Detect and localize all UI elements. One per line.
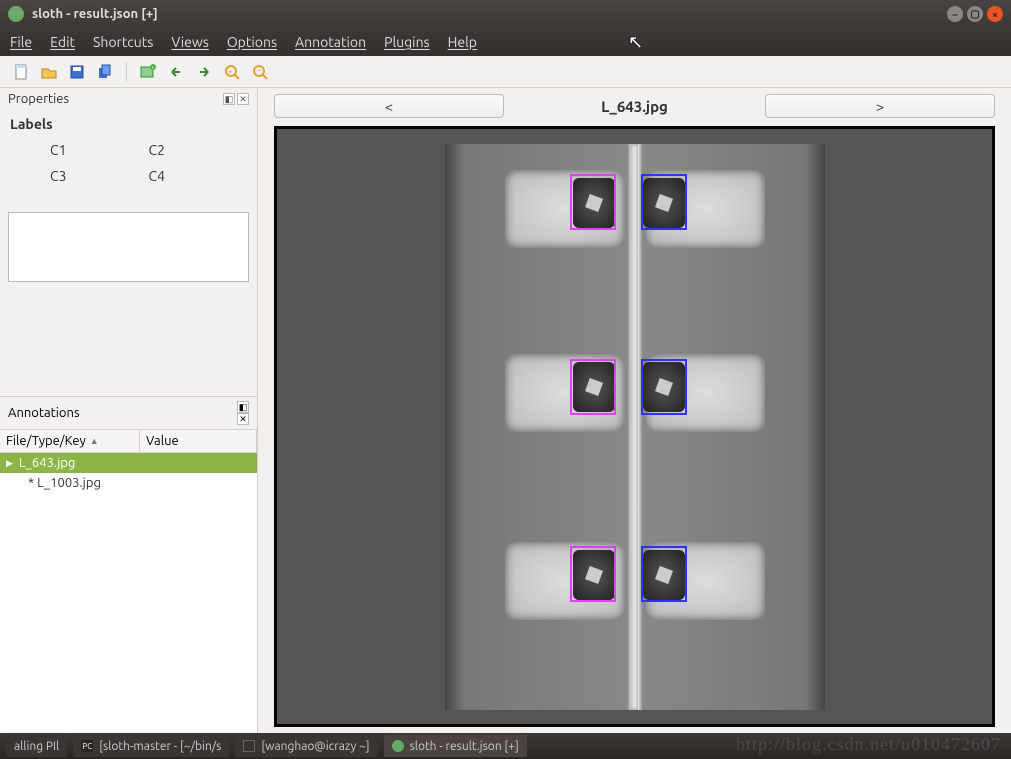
tree-item-label: L_643.jpg (19, 456, 75, 470)
taskbar-item[interactable]: alling PIl (6, 735, 67, 757)
column-value[interactable]: Value (140, 430, 257, 452)
svg-text:+: + (228, 67, 233, 76)
copy-icon[interactable] (94, 61, 116, 83)
terminal-icon (243, 740, 255, 752)
annotation-box[interactable] (570, 359, 616, 415)
menu-help[interactable]: Help (448, 34, 477, 50)
image-nav-row: < L_643.jpg > (258, 88, 1011, 124)
menu-plugins[interactable]: Plugins (384, 34, 430, 50)
annotations-title: Annotations (8, 406, 80, 420)
app-icon (8, 6, 24, 22)
current-image-name: L_643.jpg (601, 98, 668, 115)
next-image-button[interactable]: > (765, 94, 995, 118)
add-image-icon[interactable]: + (137, 61, 159, 83)
menu-file[interactable]: File (10, 34, 32, 50)
menu-shortcuts[interactable]: Shortcuts (93, 34, 153, 50)
tree-row-selected[interactable]: ▶ L_643.jpg (0, 453, 257, 473)
close-annot-icon[interactable]: ✕ (237, 413, 249, 425)
open-icon[interactable] (38, 61, 60, 83)
svg-text:−: − (257, 66, 262, 75)
annotation-box[interactable] (641, 359, 687, 415)
properties-header: Properties ◧ ✕ (0, 88, 257, 110)
properties-title: Properties (8, 92, 69, 106)
menu-options[interactable]: Options (227, 34, 277, 50)
labels-section: Labels C1 C2 C3 C4 (0, 110, 257, 206)
annotation-box[interactable] (641, 174, 687, 230)
main-area: Properties ◧ ✕ Labels C1 C2 C3 C4 Annota… (0, 88, 1011, 733)
toolbar: + + − (0, 56, 1011, 88)
window-titlebar: sloth - result.json [+] – ▢ × (0, 0, 1011, 28)
close-button[interactable]: × (987, 6, 1003, 22)
property-editor-box[interactable] (8, 212, 249, 282)
menu-views[interactable]: Views (171, 34, 208, 50)
label-c1[interactable]: C1 (50, 142, 109, 158)
image-canvas[interactable] (274, 126, 995, 727)
toolbar-separator (126, 62, 127, 82)
rail-center (631, 144, 639, 710)
left-pane: Properties ◧ ✕ Labels C1 C2 C3 C4 Annota… (0, 88, 258, 733)
annotation-box[interactable] (570, 546, 616, 602)
sort-asc-icon: ▲ (90, 436, 99, 446)
menu-annotation[interactable]: Annotation (295, 34, 366, 50)
column-value-label: Value (146, 434, 179, 448)
undock-annot-icon[interactable]: ◧ (237, 401, 249, 413)
watermark-text: http://blog.csdn.net/u010472607 (736, 734, 1001, 755)
annotation-box[interactable] (641, 546, 687, 602)
undock-icon[interactable]: ◧ (223, 93, 235, 105)
column-file-label: File/Type/Key (6, 434, 86, 448)
taskbar-item[interactable]: [wanghao@icrazy ~] (235, 735, 377, 757)
doc-icon[interactable] (10, 61, 32, 83)
sloth-icon (392, 740, 404, 752)
menu-edit[interactable]: Edit (50, 34, 75, 50)
taskbar-item-active[interactable]: sloth - result.json [+] (384, 735, 527, 757)
close-panel-icon[interactable]: ✕ (237, 93, 249, 105)
mouse-cursor-icon: ↖ (628, 32, 643, 53)
image-content (445, 144, 825, 710)
prev-image-button[interactable]: < (274, 94, 504, 118)
label-c2[interactable]: C2 (149, 142, 208, 158)
window-buttons: – ▢ × (947, 6, 1003, 22)
menu-bar: File Edit Shortcuts Views Options Annota… (0, 28, 1011, 56)
label-c3[interactable]: C3 (50, 168, 109, 184)
zoom-in-icon[interactable]: + (221, 61, 243, 83)
annotations-header: Annotations ◧ ✕ (0, 397, 257, 429)
labels-heading: Labels (10, 116, 247, 132)
fwd-arrow-icon[interactable] (193, 61, 215, 83)
label-c4[interactable]: C4 (149, 168, 208, 184)
save-icon[interactable] (66, 61, 88, 83)
labels-grid: C1 C2 C3 C4 (10, 142, 247, 184)
annotations-tree[interactable]: ▶ L_643.jpg * L_1003.jpg (0, 453, 257, 733)
maximize-button[interactable]: ▢ (967, 6, 983, 22)
expand-arrow-icon[interactable]: ▶ (6, 458, 13, 469)
taskbar-item[interactable]: PC[sloth-master - [~/bin/s (73, 735, 229, 757)
annotations-section: Annotations ◧ ✕ File/Type/Key ▲ Value ▶ (0, 396, 257, 733)
window-title: sloth - result.json [+] (32, 7, 947, 21)
annotation-box[interactable] (570, 174, 616, 230)
column-file[interactable]: File/Type/Key ▲ (0, 430, 140, 452)
zoom-out-icon[interactable]: − (249, 61, 271, 83)
tree-row[interactable]: * L_1003.jpg (0, 473, 257, 493)
right-pane: < L_643.jpg > (258, 88, 1011, 733)
pycharm-icon: PC (81, 740, 93, 752)
annotations-columns: File/Type/Key ▲ Value (0, 429, 257, 453)
minimize-button[interactable]: – (947, 6, 963, 22)
tree-item-label: * L_1003.jpg (28, 476, 101, 490)
back-arrow-icon[interactable] (165, 61, 187, 83)
